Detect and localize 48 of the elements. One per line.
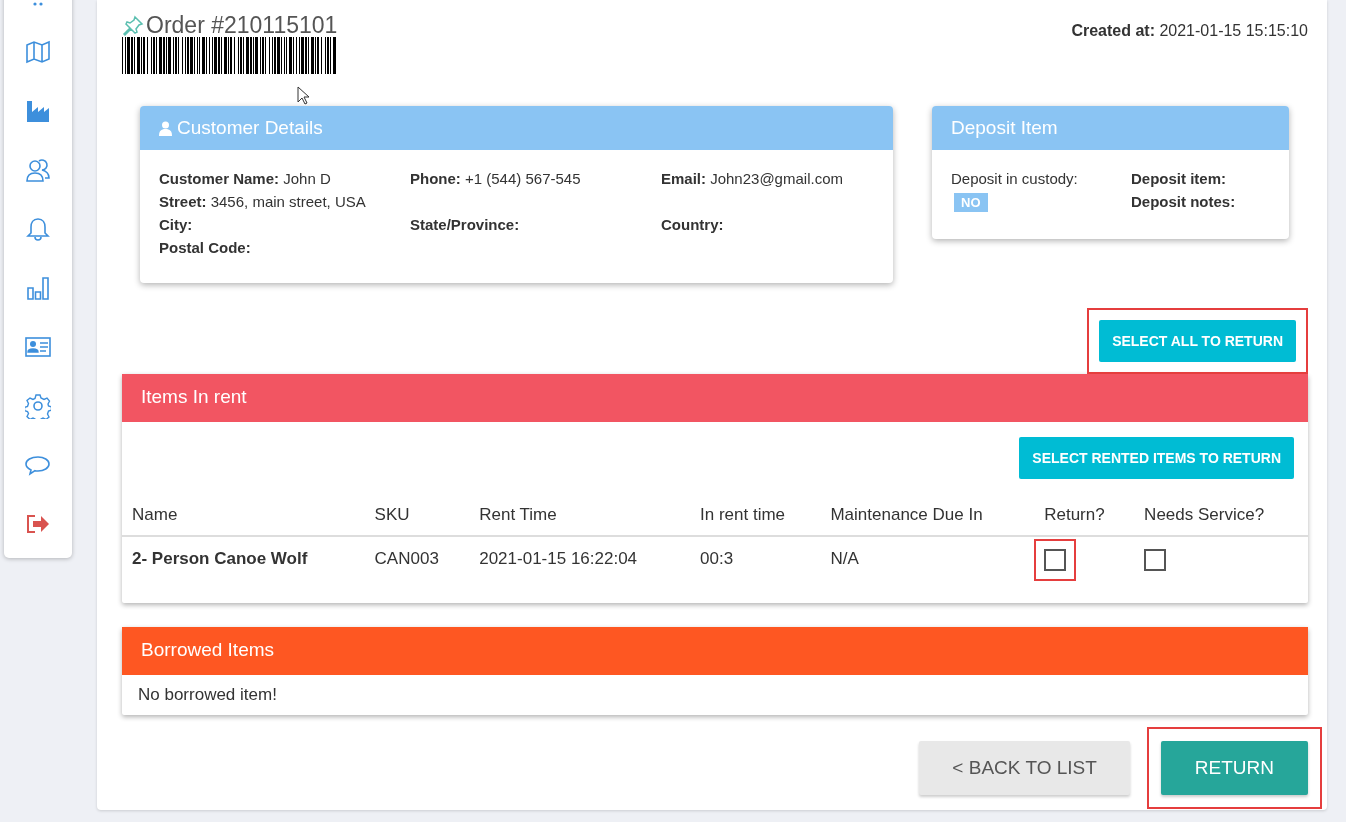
- customer-field: Street: 3456, main street, USA: [159, 190, 410, 213]
- column-header: In rent time: [690, 497, 821, 536]
- bar-chart-icon[interactable]: [25, 275, 51, 301]
- column-header: SKU: [364, 497, 470, 536]
- empty-message: No borrowed item!: [137, 684, 278, 706]
- return-button[interactable]: RETURN: [1160, 741, 1308, 795]
- panel-header: Items In rent: [122, 374, 1308, 422]
- cursor-icon: [297, 86, 312, 106]
- card-title: Customer Details: [177, 117, 323, 139]
- customer-field: Country:: [661, 213, 874, 236]
- created-at: Created at: 2021-01-15 15:15:10: [1071, 22, 1308, 40]
- customer-field: Customer Name: John D: [159, 167, 410, 190]
- customer-field: City:: [159, 213, 410, 236]
- user-icon: [159, 120, 172, 136]
- card-title: Deposit Item: [951, 117, 1058, 139]
- select-all-button[interactable]: SELECT ALL TO RETURN: [1099, 320, 1296, 362]
- table-cell: N/A: [820, 536, 1035, 603]
- table-cell: 00:3: [690, 536, 821, 603]
- table-cell: 2021-01-15 16:22:04: [469, 536, 691, 603]
- custody-badge: NO: [954, 193, 988, 212]
- column-header: Return?: [1034, 497, 1135, 536]
- customer-field: State/Province:: [410, 213, 661, 236]
- back-button[interactable]: < BACK TO LIST: [919, 741, 1130, 795]
- customer-field: Email: John23@gmail.com: [661, 167, 874, 190]
- column-header: Name: [122, 497, 365, 536]
- panel-header: Borrowed Items: [122, 627, 1308, 675]
- customer-field: Phone: +1 (544) 567-545: [410, 167, 661, 190]
- deposit-notes-label: Deposit notes:: [1131, 192, 1236, 212]
- dots-icon: [33, 2, 43, 6]
- customer-field: Postal Code:: [159, 236, 410, 259]
- deposit-item-label: Deposit item:: [1131, 169, 1227, 189]
- settings-icon[interactable]: [25, 393, 51, 419]
- column-header: Rent Time: [469, 497, 691, 536]
- users-icon[interactable]: [25, 157, 51, 183]
- column-header: Needs Service?: [1134, 497, 1308, 536]
- factory-icon[interactable]: [25, 98, 51, 124]
- checkbox[interactable]: [1044, 549, 1067, 571]
- column-header: Maintenance Due In: [820, 497, 1035, 536]
- table-cell: CAN003: [364, 536, 470, 603]
- id-card-icon[interactable]: [25, 334, 51, 360]
- custody-label: Deposit in custody:: [951, 170, 1078, 187]
- bell-icon[interactable]: [25, 216, 51, 242]
- checkbox[interactable]: [1144, 549, 1167, 571]
- order-title: Order #210115101: [146, 12, 338, 39]
- map-icon[interactable]: [25, 39, 51, 65]
- pin-icon: [122, 14, 144, 37]
- table-cell: 2- Person Canoe Wolf: [122, 536, 365, 603]
- select-rented-button[interactable]: SELECT RENTED ITEMS TO RETURN: [1019, 437, 1294, 479]
